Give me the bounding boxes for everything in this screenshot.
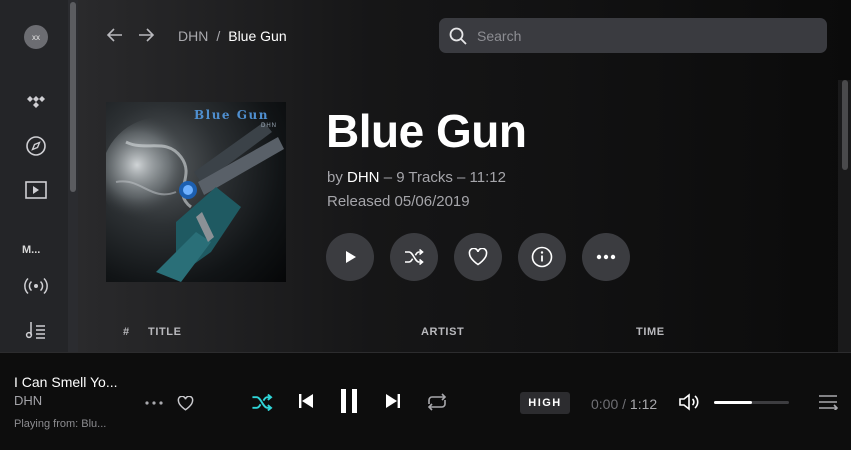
release-date: Released 05/06/2019 bbox=[327, 193, 470, 210]
album-cover[interactable]: Blue Gun DHN bbox=[106, 102, 286, 282]
volume-icon bbox=[679, 393, 699, 411]
breadcrumb-current: Blue Gun bbox=[228, 28, 287, 44]
skip-previous-icon bbox=[299, 394, 313, 408]
play-icon bbox=[346, 251, 356, 263]
search-icon bbox=[449, 27, 467, 45]
sidebar: xx M... bbox=[0, 0, 78, 352]
play-button[interactable] bbox=[326, 233, 374, 281]
radio-icon[interactable] bbox=[24, 274, 48, 298]
breadcrumb: DHN / Blue Gun bbox=[178, 28, 287, 44]
forward-button[interactable] bbox=[135, 24, 157, 46]
repeat-button[interactable] bbox=[425, 390, 449, 414]
skip-next-icon bbox=[386, 394, 400, 408]
compass-icon[interactable] bbox=[24, 134, 48, 158]
playback-time: 0:00 / 1:12 bbox=[591, 396, 657, 412]
artist-link[interactable]: DHN bbox=[347, 169, 380, 186]
cover-artist: DHN bbox=[261, 123, 277, 129]
more-options-button[interactable] bbox=[582, 233, 630, 281]
album-art-illustration bbox=[106, 117, 284, 282]
more-icon bbox=[145, 401, 163, 405]
repeat-icon bbox=[427, 393, 447, 411]
column-header-time[interactable]: TIME bbox=[636, 326, 665, 338]
track-duration: 1:12 bbox=[629, 396, 658, 412]
shuffle-icon bbox=[252, 393, 273, 411]
elapsed-time: 0:00 bbox=[591, 396, 619, 412]
volume-slider[interactable] bbox=[714, 401, 789, 404]
album-details: – 9 Tracks – 11:12 bbox=[383, 169, 506, 186]
info-icon bbox=[531, 246, 553, 268]
queue-icon bbox=[819, 395, 838, 410]
back-button[interactable] bbox=[104, 24, 126, 46]
heart-icon bbox=[177, 395, 193, 411]
search-input[interactable] bbox=[477, 27, 797, 44]
breadcrumb-separator: / bbox=[216, 28, 221, 44]
column-header-artist[interactable]: ARTIST bbox=[421, 326, 464, 338]
tidal-logo-icon[interactable] bbox=[24, 91, 48, 115]
pause-button[interactable] bbox=[336, 387, 362, 415]
volume-button[interactable] bbox=[678, 392, 702, 412]
previous-button[interactable] bbox=[296, 391, 316, 411]
now-playing-title[interactable]: I Can Smell Yo... bbox=[14, 374, 118, 390]
sidebar-section-label: M... bbox=[22, 244, 41, 256]
shuffle-button[interactable] bbox=[390, 233, 438, 281]
more-icon bbox=[596, 254, 616, 260]
favorite-track-button[interactable] bbox=[175, 394, 195, 412]
play-queue-button[interactable] bbox=[817, 392, 839, 412]
heart-icon bbox=[468, 248, 488, 266]
shuffle-icon bbox=[405, 249, 424, 265]
cover-title: Blue Gun bbox=[194, 108, 269, 122]
avatar[interactable]: xx bbox=[24, 25, 48, 49]
video-icon[interactable] bbox=[24, 178, 48, 202]
player-bar: I Can Smell Yo... DHN Playing from: Blu.… bbox=[0, 352, 851, 450]
sidebar-scroll-thumb[interactable] bbox=[70, 2, 76, 192]
shuffle-toggle[interactable] bbox=[250, 390, 274, 414]
album-meta: by DHN – 9 Tracks – 11:12 bbox=[327, 169, 506, 186]
by-prefix: by bbox=[327, 169, 343, 186]
breadcrumb-parent[interactable]: DHN bbox=[178, 28, 208, 44]
volume-level bbox=[714, 401, 752, 404]
now-playing-artist[interactable]: DHN bbox=[14, 393, 42, 408]
track-options-button[interactable] bbox=[144, 394, 164, 412]
playlist-icon[interactable] bbox=[24, 318, 48, 342]
column-header-title[interactable]: TITLE bbox=[148, 326, 182, 338]
search-box[interactable] bbox=[439, 18, 827, 53]
main-scroll-thumb[interactable] bbox=[842, 80, 848, 170]
quality-badge[interactable]: HIGH bbox=[520, 392, 570, 414]
album-title: Blue Gun bbox=[326, 105, 527, 157]
playing-from[interactable]: Playing from: Blu... bbox=[14, 418, 106, 430]
info-button[interactable] bbox=[518, 233, 566, 281]
column-header-number: # bbox=[123, 326, 130, 338]
pause-icon bbox=[341, 389, 357, 413]
favorite-button[interactable] bbox=[454, 233, 502, 281]
time-separator: / bbox=[618, 396, 630, 412]
next-button[interactable] bbox=[383, 391, 403, 411]
